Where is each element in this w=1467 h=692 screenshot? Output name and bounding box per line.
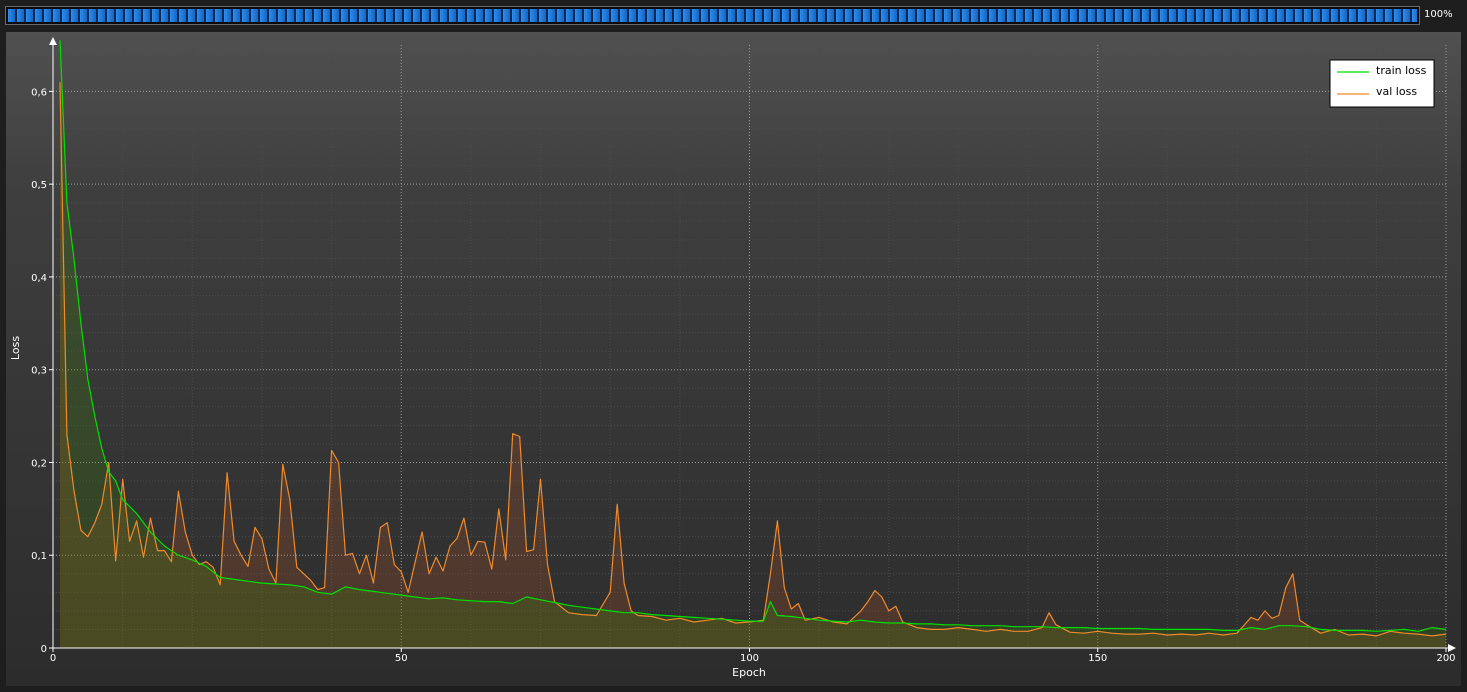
progress-bar-fill — [8, 9, 1417, 22]
x-tick-label: 200 — [1436, 653, 1455, 664]
x-tick-label: 50 — [395, 653, 408, 664]
x-tick-label: 0 — [50, 653, 56, 664]
loss-chart-panel: 0 50 100 150 200 0 0,1 0,2 0,3 0,4 0,5 0,6 train lo… — [6, 32, 1461, 686]
y-tick-label: 0,1 — [31, 551, 47, 562]
y-tick-label: 0,4 — [31, 273, 47, 284]
progress-percent-label: 100% — [1424, 9, 1453, 20]
loss-chart: 0 50 100 150 200 0 0,1 0,2 0,3 0,4 0,5 0,6 train lo… — [6, 32, 1461, 686]
progress-bar — [5, 6, 1420, 25]
legend: train loss val loss — [1329, 59, 1435, 108]
y-tick-label: 0 — [41, 644, 47, 655]
y-tick-label: 0,5 — [31, 180, 47, 191]
legend-label-train: train loss — [1376, 64, 1427, 77]
legend-label-val: val loss — [1376, 85, 1417, 98]
y-tick-label: 0,2 — [31, 458, 47, 469]
x-axis-label: Epoch — [732, 666, 766, 679]
y-tick-label: 0,6 — [31, 87, 47, 98]
y-axis-label: Loss — [9, 336, 22, 360]
x-tick-label: 150 — [1088, 653, 1107, 664]
y-tick-label: 0,3 — [31, 366, 47, 377]
x-tick-label: 100 — [740, 653, 759, 664]
